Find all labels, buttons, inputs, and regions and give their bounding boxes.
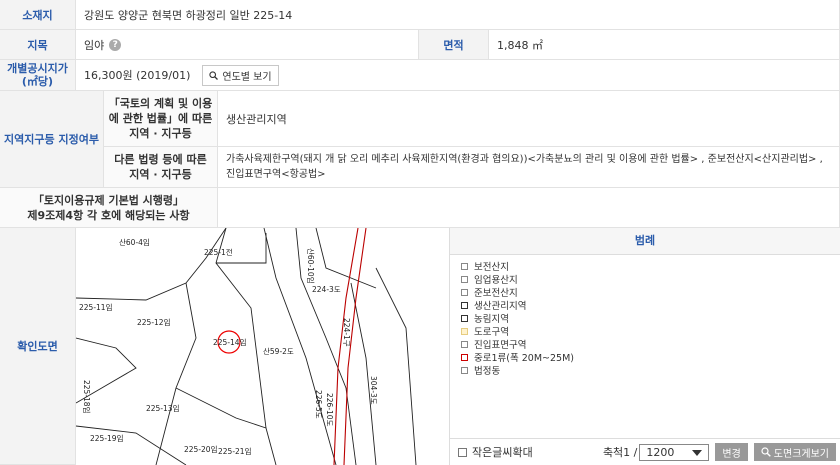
legend-swatch bbox=[461, 288, 468, 296]
zone-other-law-line1: 가축사육제한구역(돼지 개 닭 오리 메추리 사육제한지역(환경과 협의요))<… bbox=[226, 154, 823, 165]
legend-swatch bbox=[461, 327, 468, 335]
regulation-value bbox=[218, 188, 840, 228]
zone-label: 지역지구등 지정여부 bbox=[0, 91, 104, 188]
legend-item: 준보전산지 bbox=[461, 286, 574, 299]
price-label-line1: 개별공시지가 bbox=[7, 62, 68, 75]
regulation-label-line2: 제9조제4항 각 호에 해당되는 사항 bbox=[27, 208, 190, 222]
cadastral-map-svg: 산60-4임 225-1전 산60-10임 224-3도 225-11임 225… bbox=[76, 228, 417, 465]
zone-other-law-line2: 진입표면구역<항공법> bbox=[226, 169, 326, 180]
zone-national-law-label: 「국토의 계획 및 이용에 관한 법률」에 따른 지역 · 지구등 bbox=[104, 91, 218, 147]
map-label: 확인도면 bbox=[0, 228, 76, 465]
map-label-9: 224-1구 bbox=[342, 318, 351, 347]
legend-item: 진입표면구역 bbox=[461, 338, 574, 351]
map-label-8: 산59-2도 bbox=[263, 346, 294, 356]
legend-item-label: 보전산지 bbox=[474, 262, 509, 273]
map-label-3: 산60-10임 bbox=[306, 248, 316, 284]
legend-item-label: 농림지역 bbox=[474, 314, 509, 325]
change-scale-button[interactable]: 변경 bbox=[715, 443, 748, 461]
legend-swatch bbox=[461, 366, 468, 374]
regulation-label: 「토지이용규제 기본법 시행령」 제9조제4항 각 호에 해당되는 사항 bbox=[0, 188, 218, 228]
legend-item-label: 법정동 bbox=[474, 366, 501, 377]
legend-item-label: 생산관리지역 bbox=[474, 301, 527, 312]
map-label-16: 225-20임 bbox=[184, 445, 217, 454]
legend-item-label: 진입표면구역 bbox=[474, 340, 527, 351]
map-label-14: 304-3도 bbox=[369, 376, 378, 405]
legend-item-label: 임업용산지 bbox=[474, 275, 518, 286]
legend-item: 보전산지 bbox=[461, 260, 574, 273]
legend-list: 보전산지 임업용산지 준보전산지 생산관리지역 농림지역 도로구역 진입표면구역… bbox=[461, 260, 574, 377]
scale-select-value: 1200 bbox=[646, 445, 675, 459]
legend-item: 임업용산지 bbox=[461, 273, 574, 286]
map-label-11: 225-13임 bbox=[146, 404, 179, 413]
map-label-6: 225-12임 bbox=[137, 318, 170, 327]
land-category-cell: 임야 ? bbox=[76, 30, 419, 60]
search-icon bbox=[761, 447, 771, 457]
price-value: 16,300원 (2019/01) bbox=[84, 69, 191, 82]
legend-swatch bbox=[461, 275, 468, 283]
zone-other-law-label: 다른 법령 등에 따른 지역 · 지구등 bbox=[104, 147, 218, 188]
legend-panel: 범례 보전산지 임업용산지 준보전산지 생산관리지역 농림지역 도로구역 진입표… bbox=[449, 228, 840, 465]
location-value: 강원도 양양군 현북면 하광정리 일반 225-14 bbox=[76, 0, 840, 30]
legend-item: 도로구역 bbox=[461, 325, 574, 338]
map-label-10: 225-18임 bbox=[82, 380, 91, 413]
yearly-price-button[interactable]: 연도별 보기 bbox=[202, 64, 279, 86]
enlarge-text-label: 작은글씨확대 bbox=[472, 446, 533, 459]
location-label: 소재지 bbox=[0, 0, 76, 30]
map-label-15: 225-19임 bbox=[90, 434, 123, 443]
legend-item: 중로1류(폭 20M~25M) bbox=[461, 351, 574, 364]
map-label-7: 225-14임 bbox=[213, 338, 246, 347]
area-label: 면적 bbox=[419, 30, 489, 60]
legend-item: 생산관리지역 bbox=[461, 299, 574, 312]
map-label-17: 225-21임 bbox=[218, 447, 251, 456]
legend-swatch bbox=[461, 353, 468, 361]
chevron-down-icon bbox=[692, 449, 703, 456]
legend-item-label: 도로구역 bbox=[474, 327, 509, 338]
map-label-12: 226-5도 bbox=[314, 390, 323, 419]
yearly-price-button-label: 연도별 보기 bbox=[222, 71, 272, 83]
legend-swatch bbox=[461, 314, 468, 322]
zone-national-law-value: 생산관리지역 bbox=[218, 91, 840, 147]
legend-swatch bbox=[461, 262, 468, 270]
search-icon bbox=[209, 70, 219, 80]
land-category-label: 지목 bbox=[0, 30, 76, 60]
enlarge-map-button[interactable]: 도면크게보기 bbox=[753, 443, 836, 461]
legend-swatch bbox=[461, 340, 468, 348]
legend-item-label: 중로1류(폭 20M~25M) bbox=[474, 353, 574, 364]
map-label-13: 226-10도 bbox=[325, 393, 334, 427]
map-controls: 작은글씨확대 축척1 / 1200 변경 도면크게보기 bbox=[450, 438, 840, 465]
legend-title: 범례 bbox=[450, 228, 840, 255]
map-label-1: 산60-4임 bbox=[119, 237, 150, 247]
scale-label: 축척1 / bbox=[602, 446, 638, 459]
map-label-4: 224-3도 bbox=[312, 285, 341, 294]
area-value: 1,848 ㎡ bbox=[489, 30, 840, 60]
price-label-line2: (㎡당) bbox=[21, 75, 54, 88]
land-use-plan-page: 소재지 강원도 양양군 현북면 하광정리 일반 225-14 지목 임야 ? 면… bbox=[0, 0, 840, 465]
scale-select[interactable]: 1200 bbox=[639, 443, 710, 461]
help-icon[interactable]: ? bbox=[109, 38, 122, 51]
map-label-2: 225-1전 bbox=[204, 247, 233, 257]
legend-item-label: 준보전산지 bbox=[474, 288, 518, 299]
legend-swatch bbox=[461, 301, 468, 309]
land-category-value: 임야 bbox=[84, 38, 105, 52]
legend-item: 농림지역 bbox=[461, 312, 574, 325]
enlarge-text-checkbox[interactable] bbox=[458, 447, 467, 457]
price-cell: 16,300원 (2019/01) 연도별 보기 bbox=[76, 60, 840, 91]
cadastral-map[interactable]: 산60-4임 225-1전 산60-10임 224-3도 225-11임 225… bbox=[76, 228, 449, 465]
legend-item: 법정동 bbox=[461, 364, 574, 377]
enlarge-map-button-label: 도면크게보기 bbox=[773, 448, 829, 460]
map-label-5: 225-11임 bbox=[79, 303, 112, 312]
zone-other-law-value: 가축사육제한구역(돼지 개 닭 오리 메추리 사육제한지역(환경과 협의요))<… bbox=[218, 147, 840, 188]
regulation-label-line1: 「토지이용규제 기본법 시행령」 bbox=[32, 193, 185, 207]
price-label: 개별공시지가 (㎡당) bbox=[0, 60, 76, 91]
